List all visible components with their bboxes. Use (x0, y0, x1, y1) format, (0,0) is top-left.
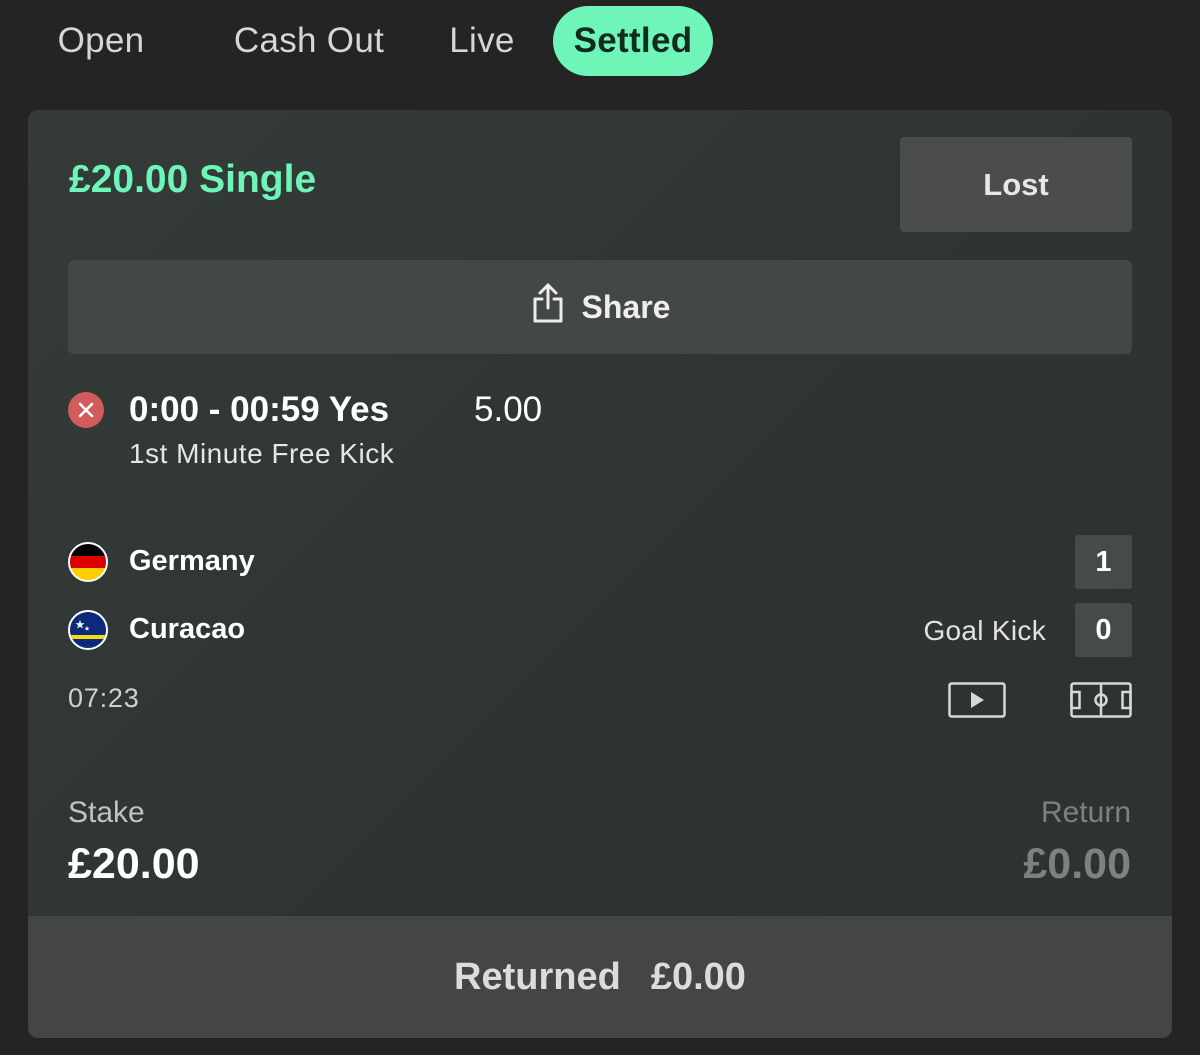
home-team-name: Germany (129, 545, 255, 577)
live-event-status: Goal Kick (923, 615, 1046, 646)
match-clock: 07:23 (68, 683, 140, 713)
return-value: £0.00 (1023, 840, 1131, 888)
returned-label: Returned (454, 955, 621, 998)
away-team-name: Curacao (129, 613, 246, 645)
tab-settled[interactable]: Settled (553, 6, 713, 76)
tab-open[interactable]: Open (28, 6, 174, 76)
tab-cash-out[interactable]: Cash Out (200, 6, 418, 76)
curacao-flag-icon (68, 610, 108, 650)
return-label: Return (1040, 796, 1131, 829)
pitch-tracker-icon[interactable] (1070, 682, 1132, 718)
returned-value: £0.00 (650, 955, 746, 998)
away-score: 0 (1075, 603, 1132, 657)
cross-icon (68, 392, 104, 428)
bet-tabs: Open Cash Out Live Settled (28, 5, 713, 77)
share-label: Share (581, 288, 671, 325)
tab-live[interactable]: Live (422, 6, 542, 76)
video-play-icon[interactable] (948, 682, 1006, 718)
germany-flag-icon (68, 542, 108, 582)
returned-bar: Returned £0.00 (28, 916, 1172, 1038)
share-button[interactable]: Share (68, 260, 1132, 354)
bet-card: £20.00 Single Lost Share 0:00 - 00:59 Ye… (28, 110, 1172, 1038)
share-icon (530, 282, 566, 332)
selection-name: 0:00 - 00:59 Yes (129, 390, 390, 429)
market-name: 1st Minute Free Kick (129, 438, 395, 469)
bet-title: £20.00 Single (69, 158, 317, 201)
selection-odds: 5.00 (474, 390, 543, 429)
bet-status-badge: Lost (900, 137, 1132, 232)
stake-label: Stake (68, 796, 145, 829)
home-score: 1 (1075, 535, 1132, 589)
stake-value: £20.00 (68, 840, 200, 888)
